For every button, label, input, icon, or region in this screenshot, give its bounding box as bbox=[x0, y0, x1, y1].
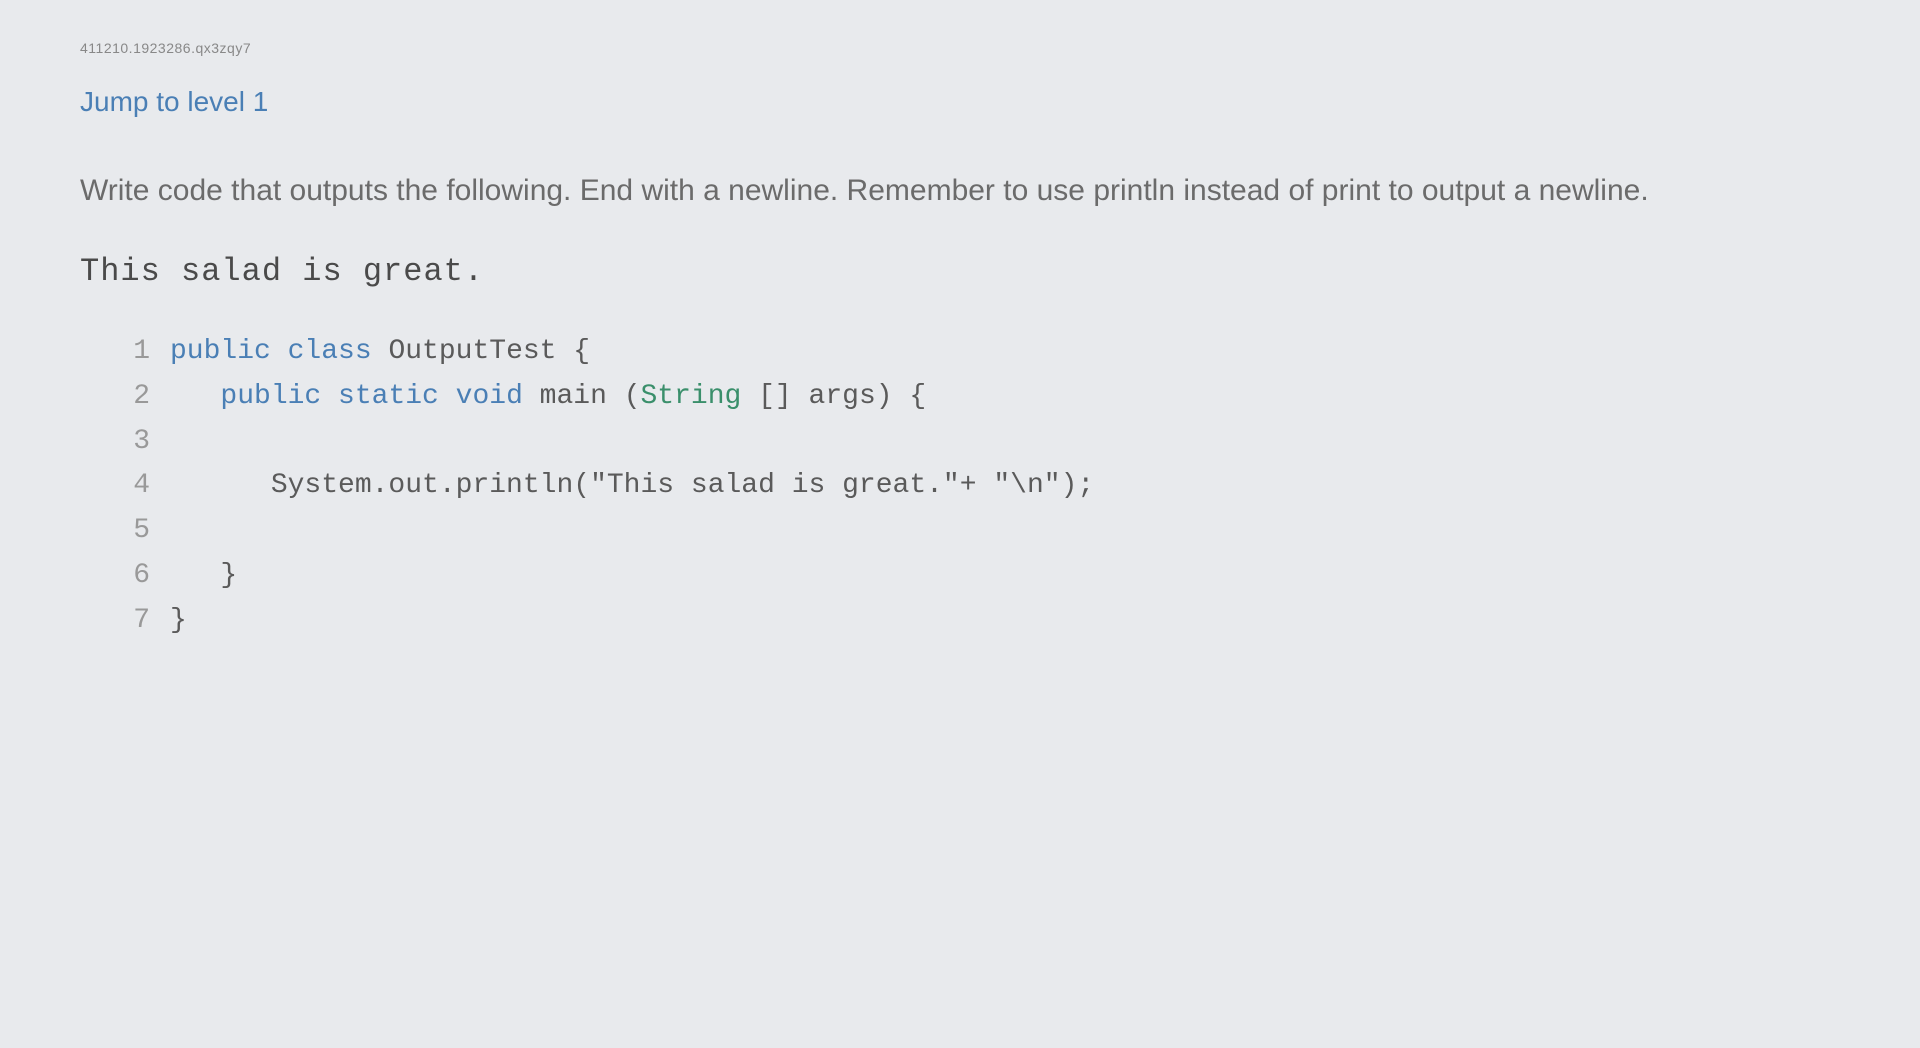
expected-output-text: This salad is great. bbox=[80, 253, 1840, 290]
code-content[interactable]: public static void main (String [] args)… bbox=[170, 375, 926, 420]
code-content[interactable]: public class OutputTest { bbox=[170, 330, 590, 375]
header-id-text: 411210.1923286.qx3zqy7 bbox=[80, 40, 1840, 56]
line-number: 3 bbox=[110, 420, 150, 465]
code-line[interactable]: 2 public static void main (String [] arg… bbox=[110, 375, 1840, 420]
code-token: ); bbox=[1061, 470, 1095, 501]
line-number: 2 bbox=[110, 375, 150, 420]
code-editor[interactable]: 1public class OutputTest {2 public stati… bbox=[80, 330, 1840, 644]
code-token: public static void bbox=[220, 381, 522, 412]
code-token: System.out.println( bbox=[170, 470, 590, 501]
code-token: + bbox=[960, 470, 994, 501]
line-number: 4 bbox=[110, 464, 150, 509]
code-token bbox=[170, 381, 220, 412]
code-content[interactable]: } bbox=[170, 599, 187, 644]
code-token: public class bbox=[170, 336, 372, 367]
code-line[interactable]: 4 System.out.println("This salad is grea… bbox=[110, 464, 1840, 509]
code-line[interactable]: 6 } bbox=[110, 554, 1840, 599]
code-content[interactable]: } bbox=[170, 554, 237, 599]
line-number: 7 bbox=[110, 599, 150, 644]
code-content[interactable]: System.out.println("This salad is great.… bbox=[170, 464, 1094, 509]
code-token: "This salad is great." bbox=[590, 470, 960, 501]
code-token: "\n" bbox=[993, 470, 1060, 501]
code-token: main ( bbox=[523, 381, 641, 412]
code-line[interactable]: 1 public class OutputTest { bbox=[110, 330, 1840, 375]
code-line[interactable]: 5 bbox=[110, 509, 1840, 554]
jump-to-level-link[interactable]: Jump to level 1 bbox=[80, 86, 1840, 118]
problem-instructions: Write code that outputs the following. E… bbox=[80, 168, 1840, 213]
line-number: 1 bbox=[110, 330, 150, 375]
code-line[interactable]: 3 bbox=[110, 420, 1840, 465]
code-line[interactable]: 7} bbox=[110, 599, 1840, 644]
code-token: OutputTest { bbox=[372, 336, 590, 367]
code-token: } bbox=[170, 560, 237, 591]
code-token: [] args) { bbox=[741, 381, 926, 412]
code-token: } bbox=[170, 605, 187, 636]
line-number: 6 bbox=[110, 554, 150, 599]
code-token: String bbox=[641, 381, 742, 412]
line-number: 5 bbox=[110, 509, 150, 554]
